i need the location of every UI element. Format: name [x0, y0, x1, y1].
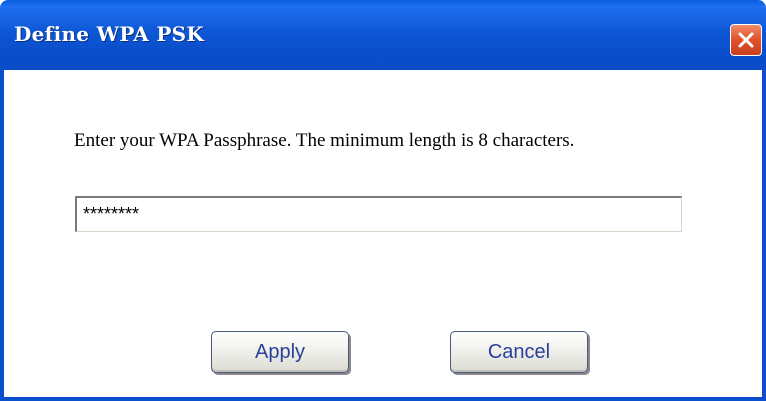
- dialog-window: Define WPA PSK Enter your WPA Passphrase…: [0, 0, 766, 401]
- cancel-button[interactable]: Cancel: [450, 331, 588, 373]
- apply-button[interactable]: Apply: [211, 331, 349, 373]
- title-bar[interactable]: Define WPA PSK: [0, 0, 766, 70]
- close-icon: [737, 31, 755, 49]
- passphrase-input[interactable]: [75, 196, 682, 232]
- passphrase-prompt: Enter your WPA Passphrase. The minimum l…: [74, 130, 575, 151]
- window-border-bottom: [0, 397, 766, 401]
- window-border-right: [762, 70, 766, 401]
- window-title: Define WPA PSK: [14, 22, 205, 46]
- close-button[interactable]: [730, 24, 762, 56]
- window-border-left: [0, 70, 4, 401]
